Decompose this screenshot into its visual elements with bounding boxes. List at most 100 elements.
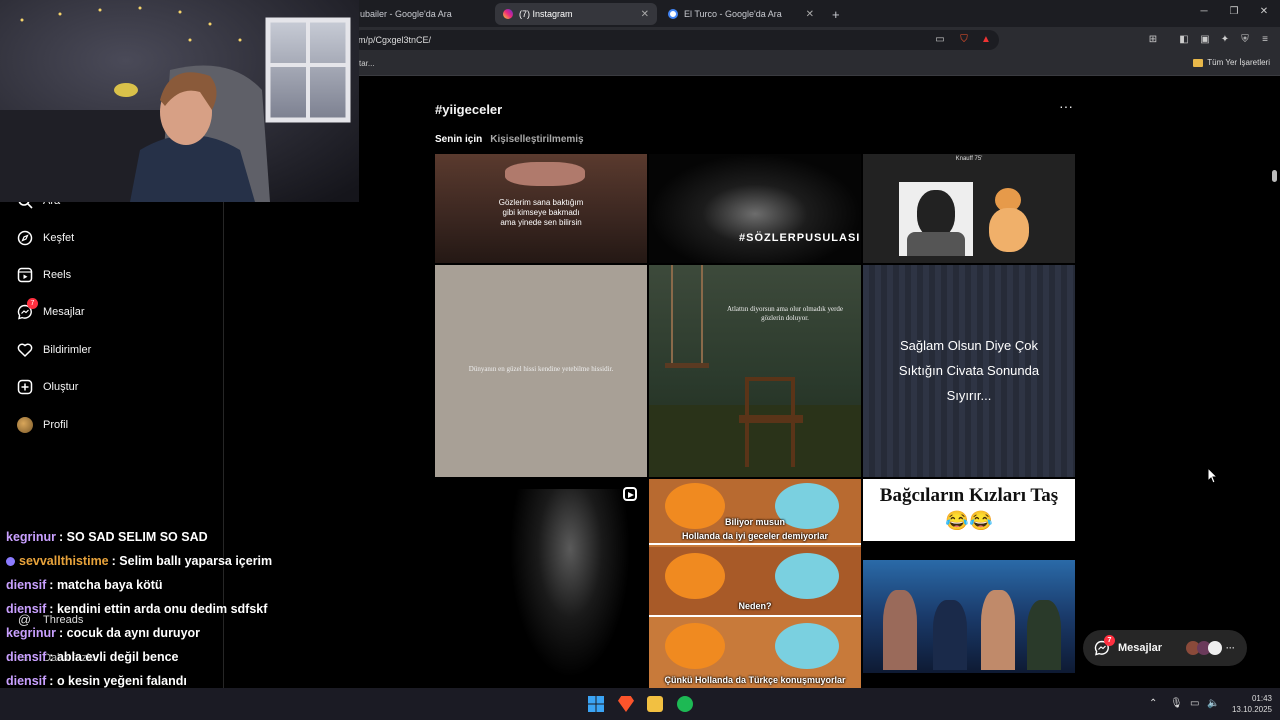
close-icon[interactable]: ✕ [806, 9, 814, 20]
post-caption: Knauff 75' [955, 156, 983, 162]
scrollbar-thumb[interactable] [1272, 170, 1277, 182]
clock-time: 01:43 [1251, 694, 1272, 703]
sidebar-item-reels[interactable]: Reels [16, 266, 71, 283]
meme-text: Hollanda da iyi geceler demiyorlar [681, 531, 829, 541]
post-caption: Gözlerim sana baktığım gibi kimseye bakm… [498, 198, 584, 227]
sidebar-item-profile[interactable]: Profil [16, 416, 68, 433]
menu-icon[interactable]: ≡ [1259, 34, 1271, 46]
sidebar-item-label: Oluştur [43, 380, 79, 393]
restore-icon[interactable]: ❐ [1227, 6, 1241, 17]
google-icon [668, 9, 678, 19]
close-icon[interactable]: ✕ [641, 9, 649, 20]
clock-date: 13.10.2025 [1231, 705, 1272, 714]
sidebar-item-label: Reels [43, 268, 72, 281]
notification-badge: 7 [1104, 634, 1115, 646]
sidebar-item-label: Bildirimler [43, 343, 92, 356]
chevron-up-icon[interactable]: ⌃ [1149, 698, 1157, 709]
chat-message: diensif: o kesin yeğeni falandı [6, 674, 187, 688]
sidebar-item-label: Mesajlar [43, 305, 85, 318]
reels-icon [16, 266, 33, 283]
tab-non-personalized[interactable]: Kişiselleştirilmemiş [490, 134, 583, 145]
browser-tab-instagram[interactable]: (7) Instagram ✕ [495, 3, 657, 25]
chat-text: SO SAD SELIM SO SAD [66, 530, 208, 544]
chat-username: kegrinur [6, 626, 57, 640]
meme-text: Biliyor musun [724, 517, 785, 527]
ai-icon[interactable]: ✦ [1219, 34, 1231, 46]
sidebar-toggle-icon[interactable]: ◧ [1178, 34, 1190, 46]
post-tile[interactable]: Knauff 75' [863, 154, 1075, 263]
browser-tab-elturco[interactable]: El Turco - Google'da Ara ✕ [660, 3, 822, 25]
chat-message: sevvallthistime: Selim ballı yaparsa içe… [6, 554, 272, 568]
mouse-cursor [1208, 468, 1218, 484]
display-icon[interactable]: ▭ [1190, 698, 1199, 709]
instagram-icon [503, 9, 513, 19]
microphone-icon[interactable]: 🎙 [1170, 698, 1183, 709]
messenger-icon: 7 [16, 298, 38, 320]
tab-label: El Turco - Google'da Ara [684, 9, 782, 19]
compass-icon [16, 229, 33, 246]
chat-message: diensif: matcha baya kötü [6, 578, 163, 592]
rewards-icon[interactable]: ▲ [980, 34, 992, 46]
leo-icon[interactable]: ⊞ [1147, 34, 1159, 46]
chat-username: diensif [6, 602, 47, 616]
bookmark-item[interactable]: tar... [359, 59, 375, 68]
sidebar-item-notifications[interactable]: Bildirimler [16, 341, 91, 358]
post-tile[interactable]: Dünyanın en güzel hissi kendine yetebilm… [435, 265, 647, 477]
file-explorer-icon[interactable] [647, 696, 663, 712]
tab-label: (7) Instagram [519, 9, 573, 19]
sidebar-item-messages[interactable]: 7 Mesajlar [16, 298, 85, 320]
windows-start-icon[interactable] [588, 696, 604, 712]
reels-icon [623, 487, 637, 501]
post-tile[interactable]: Gözlerim sana baktığım gibi kimseye bakm… [435, 154, 647, 263]
post-caption: Dünyanın en güzel hissi kendine yetebilm… [468, 365, 614, 373]
close-window-icon[interactable]: ✕ [1257, 6, 1271, 17]
chat-username: kegrinur [6, 530, 57, 544]
tab-for-you[interactable]: Senin için [435, 134, 482, 145]
speaker-icon[interactable]: 🔈 [1207, 698, 1219, 709]
browser-tab-google[interactable]: ubailer - Google'da Ara [352, 3, 492, 25]
messages-pill[interactable]: 7 Mesajlar ··· [1083, 630, 1247, 666]
post-tile[interactable] [435, 479, 647, 688]
wallet-icon[interactable]: ▣ [1199, 34, 1211, 46]
chat-text: abla evli değil bence [56, 650, 179, 664]
post-tile[interactable]: Atlattın diyorsun ama olur olmadık yerde… [649, 265, 861, 477]
chat-text: cocuk da aynı duruyor [66, 626, 201, 640]
new-tab-button[interactable]: + [824, 3, 844, 25]
post-tile[interactable]: Bağcıların Kızları Taş 😂😂 [863, 479, 1075, 541]
post-tile[interactable]: Sağlam Olsun Diye Çok Sıktığın Civata So… [863, 265, 1075, 477]
vpn-icon[interactable]: ⛨ [1239, 34, 1251, 46]
screen-icon[interactable]: ▭ [934, 34, 946, 46]
avatar [16, 416, 33, 433]
webcam-overlay [0, 0, 359, 202]
post-tile[interactable] [863, 560, 1075, 673]
brave-icon[interactable] [618, 696, 634, 712]
plus-square-icon [16, 378, 33, 395]
all-bookmarks-label: Tüm Yer İşaretleri [1207, 58, 1270, 67]
portrait-photo [899, 182, 973, 256]
sidebar-item-create[interactable]: Oluştur [16, 378, 78, 395]
system-clock[interactable]: 01:43 13.10.2025 [1232, 693, 1272, 715]
tab-label: ubailer - Google'da Ara [360, 9, 452, 19]
more-options-button[interactable]: ··· [1059, 98, 1073, 114]
webcam-image [0, 0, 359, 202]
all-bookmarks-button[interactable]: Tüm Yer İşaretleri [1193, 58, 1270, 67]
chat-message: kegrinur: cocuk da aynı duruyor [6, 626, 201, 640]
post-caption: #SÖZLERPUSULASI [739, 232, 861, 244]
chat-text: matcha baya kötü [56, 578, 163, 592]
sidebar-item-label: Profil [43, 418, 69, 431]
chat-username: diensif [6, 578, 47, 592]
post-tile[interactable]: #SÖZLERPUSULASI [649, 154, 861, 263]
chat-message: kegrinur: SO SAD SELIM SO SAD [6, 530, 208, 544]
cat-image [981, 188, 1037, 254]
heart-icon [16, 341, 33, 358]
minimize-icon[interactable]: ─ [1197, 6, 1211, 17]
sidebar-item-explore[interactable]: Keşfet [16, 229, 74, 246]
spotify-icon[interactable] [677, 696, 693, 712]
notification-badge: 7 [27, 298, 38, 309]
chat-text: Selim ballı yaparsa içerim [119, 554, 273, 568]
sidebar-item-label: Keşfet [43, 231, 75, 244]
post-tile[interactable]: Biliyor musun Hollanda da iyi geceler de… [649, 479, 861, 688]
address-bar[interactable]: m/p/Cgxgel3tnCE/ [352, 30, 999, 50]
brave-shield-icon[interactable]: ⛉ [958, 34, 970, 46]
meme-text: Çünkü Hollanda da Türkçe konuşmuyorlar [664, 675, 846, 685]
